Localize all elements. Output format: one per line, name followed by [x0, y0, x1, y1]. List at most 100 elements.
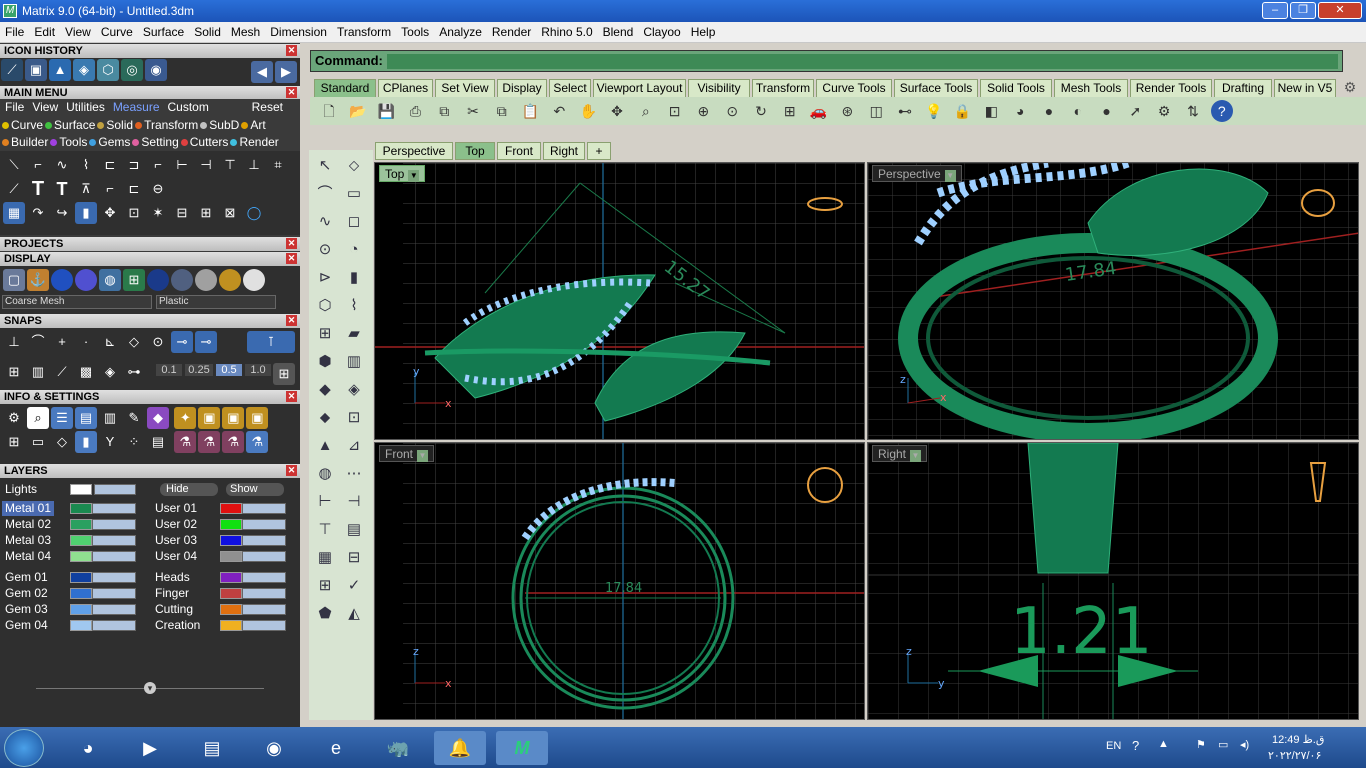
tool-icon[interactable]: ⚗ — [198, 431, 221, 453]
tool-icon[interactable]: ⊟ — [171, 202, 193, 224]
layer-controls[interactable] — [242, 519, 286, 530]
tool-icon[interactable]: ▭ — [27, 431, 49, 453]
layer-color-swatch[interactable] — [70, 484, 92, 495]
toolbar-tab-visibility[interactable]: Visibility — [688, 79, 750, 97]
submenu-utilities[interactable]: Utilities — [63, 99, 108, 115]
shank-tool-icon[interactable]: ◎ — [121, 59, 143, 81]
layer-controls[interactable] — [92, 620, 136, 631]
toolbar-tab-select[interactable]: Select — [549, 79, 591, 97]
layer-color-swatch[interactable] — [220, 519, 242, 530]
snap-point-icon[interactable]: + — [51, 331, 73, 353]
vertical-tool-icon[interactable]: ◻ — [342, 210, 366, 234]
render-sphere-icon[interactable]: ◐ — [1067, 100, 1089, 122]
layer-color-swatch[interactable] — [70, 519, 92, 530]
vertical-tool-icon[interactable]: ⬡ — [313, 294, 337, 318]
tool-icon[interactable]: ✦ — [174, 407, 197, 429]
settings-gear-icon[interactable]: ⚙ — [1153, 100, 1175, 122]
vertical-tool-icon[interactable]: ◈ — [342, 378, 366, 402]
layer-color-swatch[interactable] — [220, 503, 242, 514]
shaded-sphere-icon[interactable]: ● — [1096, 100, 1118, 122]
viewport-label-front[interactable]: Front ▼ — [379, 445, 435, 462]
close-icon[interactable]: ✕ — [286, 87, 297, 98]
snap-value-1[interactable]: 0.25 — [185, 364, 213, 376]
category-render[interactable]: Render — [230, 134, 279, 150]
menu-transform[interactable]: Transform — [332, 22, 396, 43]
layer-row[interactable]: Gem 02 — [2, 586, 140, 601]
toolbar-tab-surface-tools[interactable]: Surface Tools — [894, 79, 978, 97]
vertical-tool-icon[interactable]: ◔ — [342, 238, 366, 262]
vertical-tool-icon[interactable]: ⌒ — [313, 182, 337, 206]
dropdown-arrow-icon[interactable]: ▼ — [910, 450, 922, 462]
layer-color-swatch[interactable] — [70, 620, 92, 631]
material-sphere-icon[interactable]: ● — [1038, 100, 1060, 122]
cursor-star-icon[interactable]: ➚ — [1124, 100, 1146, 122]
tool-icon[interactable]: ▤ — [147, 431, 169, 453]
category-curve[interactable]: Curve — [2, 117, 43, 133]
viewport-tab-top[interactable]: Top — [455, 142, 495, 160]
gold-sphere-icon[interactable] — [219, 269, 241, 291]
print-icon[interactable]: ⎙ — [404, 100, 426, 122]
tool-icon[interactable]: ▩ — [75, 361, 97, 383]
layer-color-swatch[interactable] — [70, 572, 92, 583]
text-tool-icon[interactable]: T — [27, 178, 49, 200]
snap-quad-icon[interactable]: ◇ — [123, 331, 145, 353]
category-builder[interactable]: Builder — [2, 134, 48, 150]
chrome-icon[interactable]: ◕ — [62, 731, 114, 765]
menu-tools[interactable]: Tools — [396, 22, 434, 43]
tool-icon[interactable]: ⚗ — [246, 431, 269, 453]
layer-controls[interactable] — [242, 572, 286, 583]
vertical-tool-icon[interactable]: ▮ — [342, 266, 366, 290]
toolbar-tab-viewport-layout[interactable]: Viewport Layout — [593, 79, 686, 97]
vertical-tool-icon[interactable]: ⊳ — [313, 266, 337, 290]
tool-icon[interactable]: ↷ — [27, 202, 49, 224]
import-icon[interactable]: ⧉ — [433, 100, 455, 122]
layer-row[interactable]: User 01 — [152, 501, 290, 516]
tool-icon[interactable]: ▦ — [3, 202, 25, 224]
close-icon[interactable]: ✕ — [286, 391, 297, 402]
add-viewport-icon[interactable]: + — [587, 142, 611, 160]
category-transform[interactable]: Transform — [135, 117, 198, 133]
start-button[interactable] — [4, 729, 44, 767]
menu-solid[interactable]: Solid — [189, 22, 226, 43]
toolbar-tab-drafting[interactable]: Drafting — [1214, 79, 1272, 97]
layer-row[interactable]: Gem 04 — [2, 618, 140, 633]
notification-bell-icon[interactable]: 🔔 — [434, 731, 486, 765]
toolbar-tab-display[interactable]: Display — [497, 79, 547, 97]
light-bulb-icon[interactable]: 💡 — [923, 100, 945, 122]
search-icon[interactable]: ⌕ — [27, 407, 49, 429]
vertical-tool-icon[interactable]: ▰ — [342, 322, 366, 346]
new-file-icon[interactable]: 🗋 — [318, 100, 340, 122]
monitor-icon[interactable]: ▭ — [1218, 738, 1228, 751]
matrix-app-icon[interactable]: M — [496, 731, 548, 765]
layer-controls[interactable] — [92, 588, 136, 599]
tool-icon[interactable]: ↪ — [51, 202, 73, 224]
dropdown-arrow-icon[interactable]: ▼ — [944, 170, 956, 182]
material-sphere-icon[interactable] — [171, 269, 193, 291]
layer-color-swatch[interactable] — [70, 551, 92, 562]
set-view-icon[interactable]: ⊛ — [836, 100, 858, 122]
zoom-selected-icon[interactable]: ⊙ — [721, 100, 743, 122]
dropdown-arrow-icon[interactable]: ▼ — [417, 450, 429, 462]
layer-color-swatch[interactable] — [220, 604, 242, 615]
tool-icon[interactable]: ⊡ — [123, 202, 145, 224]
tool-icon[interactable]: ⊞ — [3, 431, 25, 453]
wireframe-icon[interactable]: ▢ — [3, 269, 25, 291]
submenu-measure[interactable]: Measure — [110, 99, 163, 115]
layer-controls[interactable] — [92, 503, 136, 514]
vertical-tool-icon[interactable]: ▥ — [342, 350, 366, 374]
snap-perp-icon[interactable]: ⊾ — [99, 331, 121, 353]
category-art[interactable]: Art — [241, 117, 266, 133]
menu-help[interactable]: Help — [686, 22, 721, 43]
show-toggle[interactable]: Show — [226, 483, 284, 496]
line-tool-icon[interactable]: ⟍ — [3, 154, 25, 176]
vertical-tool-icon[interactable]: ▦ — [313, 546, 337, 570]
vertical-tool-icon[interactable]: ⊞ — [313, 322, 337, 346]
layer-color-swatch[interactable] — [70, 503, 92, 514]
curve-tool-icon[interactable]: ⟋ — [1, 59, 23, 81]
snap-center-icon[interactable]: ⊙ — [147, 331, 169, 353]
toolbar-tab-new-in-v5[interactable]: New in V5 — [1274, 79, 1336, 97]
layer-controls[interactable] — [92, 535, 136, 546]
layer-row[interactable]: User 02 — [152, 517, 290, 532]
cube-icon[interactable]: ◆ — [147, 407, 169, 429]
layer-row[interactable]: User 04 — [152, 549, 290, 564]
